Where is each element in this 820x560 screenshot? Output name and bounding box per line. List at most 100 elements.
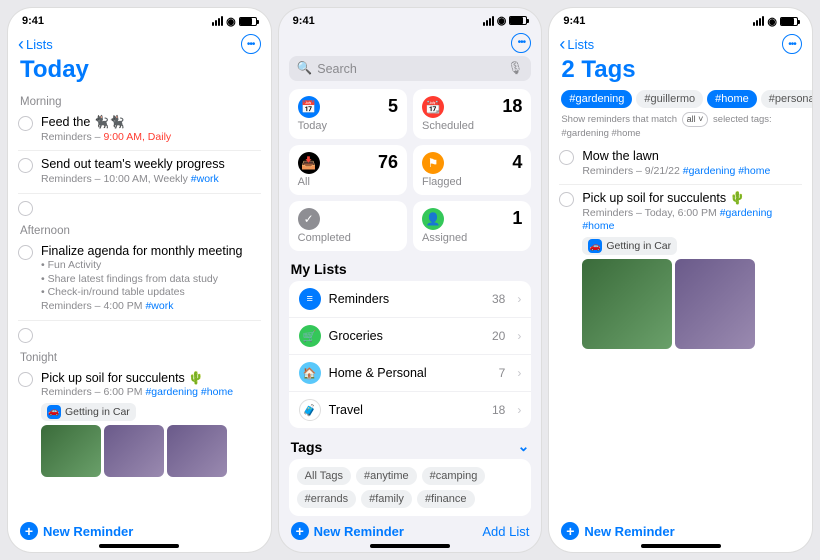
reminder-sub: Reminders – 10:00 AM, Weekly #work (41, 173, 261, 187)
tag-chip[interactable]: #family (361, 490, 412, 508)
plus-icon: + (561, 522, 579, 540)
add-list-button[interactable]: Add List (482, 524, 529, 539)
list-count: 38 (492, 292, 505, 306)
more-button[interactable]: ••• (782, 34, 802, 54)
thumb[interactable] (167, 425, 227, 477)
search-field[interactable]: 🔍 Search 🎙 (289, 56, 532, 81)
complete-radio[interactable] (18, 116, 33, 131)
smart-list-scheduled[interactable]: 📆18 Scheduled (413, 89, 531, 139)
list-count: 20 (492, 329, 505, 343)
tag-filter-chip[interactable]: #guillermo (636, 90, 703, 108)
inbox-icon: 📥 (298, 152, 320, 174)
reminder-item-empty[interactable] (18, 324, 261, 346)
back-button[interactable]: Lists (18, 37, 53, 52)
attachment-thumbs[interactable] (582, 259, 802, 349)
smart-list-all[interactable]: 📥76 All (289, 145, 407, 195)
reminder-item[interactable]: Pick up soil for succulents 🌵 Reminders … (18, 368, 261, 480)
more-button[interactable]: ••• (241, 34, 261, 54)
cellular-icon (483, 16, 494, 26)
status-time: 9:41 (563, 15, 585, 27)
complete-radio[interactable] (18, 372, 33, 387)
tag-chip[interactable]: #finance (417, 490, 475, 508)
reminder-item[interactable]: Send out team's weekly progress Reminder… (18, 154, 261, 189)
list-name: Home & Personal (329, 366, 427, 380)
list-icon: 🛒 (299, 325, 321, 347)
thumb[interactable] (582, 259, 672, 349)
reminder-item[interactable]: Mow the lawn Reminders – 9/21/22 #garden… (559, 146, 802, 181)
home-indicator[interactable] (370, 544, 450, 548)
smart-list-completed[interactable]: ✓ Completed (289, 201, 407, 251)
new-reminder-button[interactable]: +New Reminder (291, 522, 404, 540)
reminder-title: Pick up soil for succulents 🌵 (582, 191, 802, 207)
divider (18, 150, 261, 151)
list-row-travel[interactable]: 🧳Travel18› (289, 391, 532, 428)
mic-icon[interactable]: 🎙 (507, 61, 523, 76)
reminder-list[interactable]: Morning Feed the 🐈‍⬛🐈‍⬛ Reminders – 9:00… (8, 90, 271, 516)
tag-chip[interactable]: #camping (422, 467, 486, 485)
count: 18 (502, 96, 522, 117)
complete-radio[interactable] (18, 201, 33, 216)
reminder-title: Pick up soil for succulents 🌵 (41, 371, 261, 387)
battery-icon (509, 16, 527, 25)
tag-filter-chip[interactable]: #home (707, 90, 757, 108)
status-bar: 9:41 ◉ (8, 8, 271, 30)
list-count: 18 (492, 403, 505, 417)
complete-radio[interactable] (18, 158, 33, 173)
tag-pool: All Tags #anytime #camping #errands #fam… (289, 459, 532, 516)
card-label: Scheduled (422, 120, 522, 132)
match-mode-picker[interactable]: all ˅ (682, 112, 709, 127)
list-row-home[interactable]: 🏠Home & Personal7› (289, 354, 532, 391)
complete-radio[interactable] (559, 150, 574, 165)
complete-radio[interactable] (559, 192, 574, 207)
status-time: 9:41 (293, 15, 315, 27)
tag-chip[interactable]: All Tags (297, 467, 351, 485)
reminder-item[interactable]: Feed the 🐈‍⬛🐈‍⬛ Reminders – 9:00 AM, Dai… (18, 112, 261, 147)
tag-filter-chip[interactable]: #gardening (561, 90, 632, 108)
tag-chip[interactable]: #errands (297, 490, 356, 508)
tag-filter-row[interactable]: #gardening #guillermo #home #personal (549, 90, 812, 112)
reminder-title: Feed the 🐈‍⬛🐈‍⬛ (41, 115, 261, 131)
list-name: Travel (329, 403, 363, 417)
list-row-reminders[interactable]: ≡Reminders38› (289, 281, 532, 317)
new-reminder-button[interactable]: +New Reminder (561, 522, 674, 540)
new-reminder-button[interactable]: +New Reminder (20, 522, 133, 540)
smart-list-assigned[interactable]: 👤1 Assigned (413, 201, 531, 251)
flag-icon: ⚑ (422, 152, 444, 174)
page-title: 2 Tags (549, 56, 812, 90)
back-button[interactable]: Lists (559, 37, 594, 52)
attachment-thumbs[interactable] (41, 425, 261, 477)
chevron-down-icon[interactable]: ⌄ (518, 438, 530, 455)
thumb[interactable] (675, 259, 755, 349)
card-label: Completed (298, 232, 398, 244)
smart-list-flagged[interactable]: ⚑4 Flagged (413, 145, 531, 195)
count: 5 (388, 96, 398, 117)
section-label: Morning (18, 90, 261, 112)
thumb[interactable] (104, 425, 164, 477)
tag-filter-chip[interactable]: #personal (761, 90, 812, 108)
section-label: Afternoon (18, 219, 261, 241)
reminder-list[interactable]: Mow the lawn Reminders – 9/21/22 #garden… (549, 146, 812, 516)
list-name: Reminders (329, 292, 389, 306)
status-icons: ◉ (753, 15, 798, 28)
calendar-icon: 📅 (298, 96, 320, 118)
thumb[interactable] (41, 425, 101, 477)
list-row-groceries[interactable]: 🛒Groceries20› (289, 317, 532, 354)
plus-icon: + (20, 522, 38, 540)
home-indicator[interactable] (641, 544, 721, 548)
search-placeholder: Search (317, 62, 357, 76)
complete-radio[interactable] (18, 328, 33, 343)
more-button[interactable]: ••• (511, 33, 531, 53)
smart-list-today[interactable]: 📅5 Today (289, 89, 407, 139)
count: 76 (378, 152, 398, 173)
complete-radio[interactable] (18, 245, 33, 260)
reminder-item[interactable]: Pick up soil for succulents 🌵 Reminders … (559, 188, 802, 352)
tag-chip[interactable]: #anytime (356, 467, 417, 485)
search-icon: 🔍 (297, 61, 313, 76)
reminder-notes: • Fun Activity • Share latest findings f… (41, 259, 261, 300)
reminder-item-empty[interactable] (18, 197, 261, 219)
car-icon: 🚗 (47, 405, 61, 419)
cellular-icon (212, 16, 223, 26)
tags-header[interactable]: Tags⌄ (279, 428, 542, 459)
home-indicator[interactable] (99, 544, 179, 548)
reminder-item[interactable]: Finalize agenda for monthly meeting • Fu… (18, 241, 261, 317)
